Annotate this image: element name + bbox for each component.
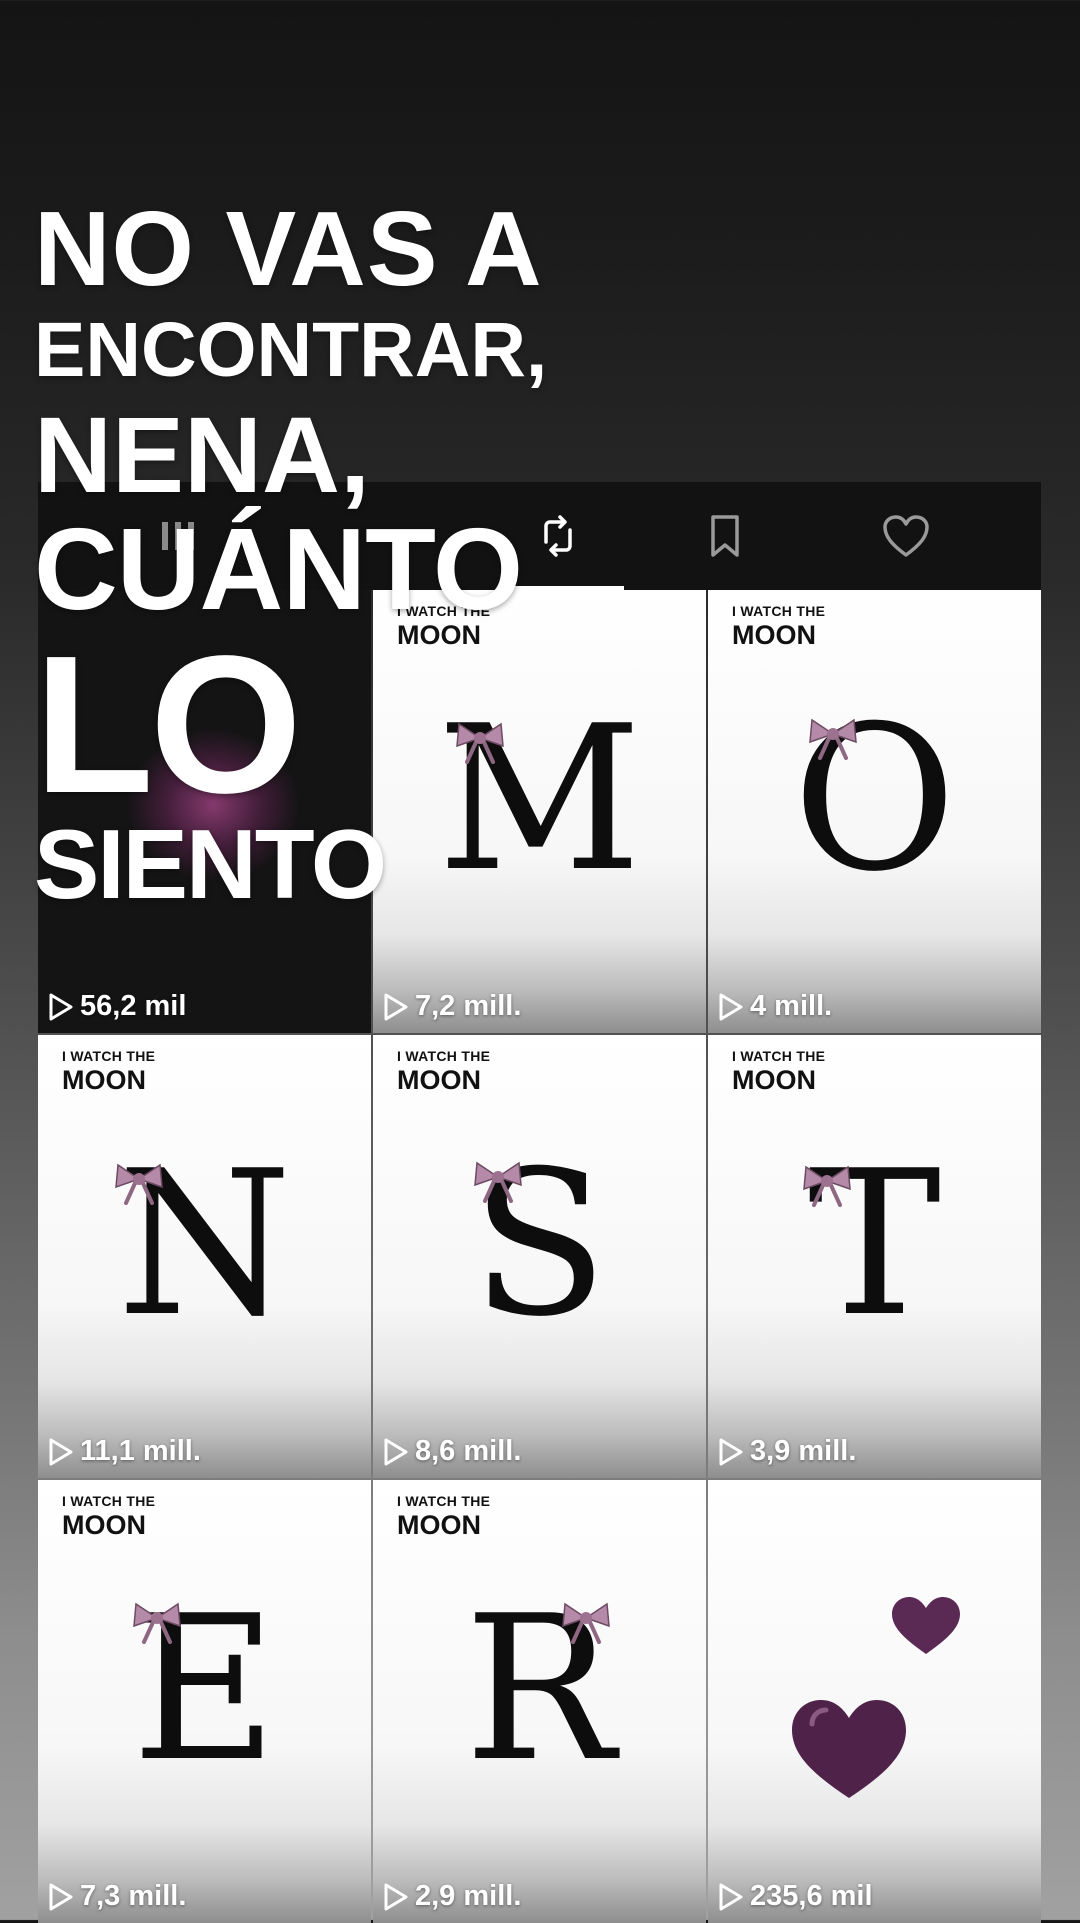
view-count-text: 7,3 mill. (80, 1880, 187, 1912)
caption-line: LO (34, 615, 302, 834)
brand-top-text: I WATCH THE (732, 603, 826, 619)
tab-saved[interactable] (665, 482, 785, 590)
view-count: 4 mill. (714, 990, 832, 1023)
brand-top-text: I WATCH THE (397, 1048, 491, 1064)
big-letter: E (131, 1573, 278, 1806)
brand-bottom-text: MOON (397, 1510, 481, 1540)
video-tile[interactable]: I WATCH THE MOON T 3,9 mill. (708, 1035, 1041, 1478)
brand-top-text: I WATCH THE (732, 1048, 826, 1064)
brand-bottom-text: MOON (732, 620, 816, 650)
view-count-text: 56,2 mil (80, 990, 187, 1022)
bow-icon (803, 1165, 851, 1207)
caption-line: CUÁNTO (34, 504, 523, 634)
brand-bottom-text: MOON (397, 1065, 481, 1095)
bow-icon (474, 1161, 522, 1203)
tab-liked[interactable] (846, 482, 966, 590)
view-count-text: 4 mill. (750, 990, 833, 1022)
caption-line: SIENTO (34, 809, 387, 919)
view-count: 11,1 mill. (44, 1435, 201, 1468)
video-tile[interactable]: 235,6 mil (708, 1480, 1041, 1923)
bow-icon (133, 1602, 181, 1644)
view-count: 7,3 mill. (44, 1880, 186, 1913)
view-count: 3,9 mill. (714, 1435, 856, 1468)
big-letter: T (807, 1128, 942, 1361)
video-tile[interactable]: I WATCH THE MOON R 2,9 mill. (373, 1480, 706, 1923)
play-icon (44, 1881, 76, 1913)
brand-top-text: I WATCH THE (62, 1048, 156, 1064)
brand-logo: I WATCH THE MOON (397, 1049, 490, 1094)
play-icon (714, 991, 746, 1023)
view-count-text: 3,9 mill. (750, 1435, 857, 1467)
bow-icon (562, 1602, 610, 1644)
heart-icon (881, 513, 931, 559)
brand-bottom-text: MOON (62, 1510, 146, 1540)
play-icon (44, 1436, 76, 1468)
brand-logo: I WATCH THE MOON (62, 1049, 155, 1094)
brand-top-text: I WATCH THE (397, 1493, 491, 1509)
big-letter: S (470, 1128, 608, 1361)
view-count: 7,2 mill. (379, 990, 521, 1023)
view-count: 56,2 mil (44, 990, 186, 1023)
brand-logo: I WATCH THE MOON (62, 1494, 155, 1539)
brand-logo: I WATCH THE MOON (732, 1049, 825, 1094)
play-icon (714, 1436, 746, 1468)
video-tile[interactable]: I WATCH THE MOON O 4 mill. (708, 590, 1041, 1033)
video-tile[interactable]: I WATCH THE MOON E 7,3 mill. (38, 1480, 371, 1923)
brand-bottom-text: MOON (62, 1065, 146, 1095)
view-count-text: 8,6 mill. (415, 1435, 522, 1467)
video-tile[interactable]: I WATCH THE MOON S 8,6 mill. (373, 1035, 706, 1478)
view-count-text: 2,9 mill. (415, 1880, 522, 1912)
play-icon (44, 991, 76, 1023)
brand-bottom-text: MOON (732, 1065, 816, 1095)
view-count-text: 11,1 mill. (80, 1435, 201, 1467)
caption-line: NENA, (34, 394, 371, 515)
bow-icon (115, 1163, 163, 1205)
brand-logo: I WATCH THE MOON (732, 604, 825, 649)
play-icon (379, 1881, 411, 1913)
video-tile[interactable]: I WATCH THE MOON N 11,1 mill. (38, 1035, 371, 1478)
view-count-text: 235,6 mil (750, 1880, 873, 1912)
big-letter: R (464, 1573, 615, 1806)
caption-line: ENCONTRAR, (34, 307, 548, 393)
view-count-text: 7,2 mill. (415, 990, 522, 1022)
brand-top-text: I WATCH THE (62, 1493, 156, 1509)
big-letter: N (117, 1128, 292, 1361)
purple-hearts-icon (792, 1597, 960, 1798)
play-icon (714, 1881, 746, 1913)
view-count: 2,9 mill. (379, 1880, 521, 1913)
caption-line: NO VAS A (34, 190, 543, 308)
story-caption: NO VAS A ENCONTRAR, NENA, CUÁNTO LO SIEN… (34, 196, 547, 913)
play-icon (379, 991, 411, 1023)
big-letter: O (792, 683, 957, 916)
bow-icon (809, 718, 857, 760)
play-icon (379, 1436, 411, 1468)
view-count: 8,6 mill. (379, 1435, 521, 1468)
view-count: 235,6 mil (714, 1880, 873, 1913)
brand-logo: I WATCH THE MOON (397, 1494, 490, 1539)
bookmark-icon (705, 513, 745, 559)
